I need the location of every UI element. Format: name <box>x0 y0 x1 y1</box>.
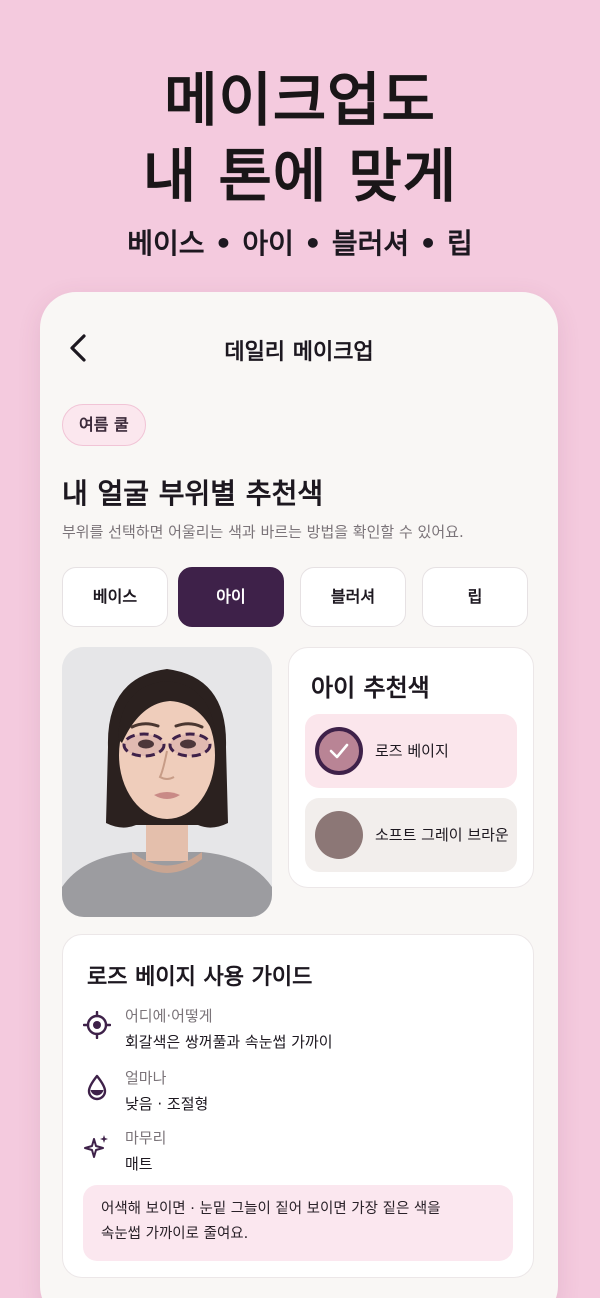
tab-blusher[interactable]: 블러셔 <box>300 567 406 627</box>
guide-row-amount: 얼마나 낮음 · 조절형 <box>83 1067 513 1117</box>
tab-lip[interactable]: 립 <box>422 567 528 627</box>
page-title: 데일리 메이크업 <box>224 340 374 365</box>
tip-line-2: 속눈썹 가까이로 줄여요. <box>101 1226 249 1242</box>
hero-title-line1: 메이크업도 <box>164 66 436 134</box>
separator-dot: • <box>303 227 322 260</box>
guide-value: 회갈색은 쌍꺼풀과 속눈썹 가까이 <box>125 1033 333 1051</box>
tip-line-1: 어색해 보이면 · 눈밑 그늘이 짙어 보이면 가장 짙은 색을 <box>101 1201 441 1217</box>
target-icon <box>83 1011 111 1039</box>
separator-dot: • <box>214 227 233 260</box>
separator-dot: • <box>419 227 438 260</box>
part-tabs: 베이스 아이 블러셔 립 <box>62 567 532 627</box>
color-option-label: 로즈 베이지 <box>375 742 449 760</box>
usage-guide-panel: 로즈 베이지 사용 가이드 어디에·어떻게 회갈색은 쌍꺼풀과 속눈썹 가까이 … <box>62 934 534 1278</box>
hero-title-line2: 내 톤에 맞게 <box>142 142 458 210</box>
section-title: 내 얼굴 부위별 추천색 <box>62 477 324 510</box>
guide-value: 매트 <box>125 1155 153 1173</box>
check-icon <box>329 743 349 759</box>
recommendation-panel: 아이 추천색 로즈 베이지 소프트 그레이 브라운 <box>288 647 534 888</box>
guide-row-where: 어디에·어떻게 회갈색은 쌍꺼풀과 속눈썹 가까이 <box>83 1005 513 1055</box>
drop-icon <box>87 1074 107 1101</box>
color-option-rose-beige[interactable]: 로즈 베이지 <box>305 714 517 788</box>
app-card: 데일리 메이크업 여름 쿨 내 얼굴 부위별 추천색 부위를 선택하면 어울리는… <box>40 292 558 1298</box>
face-photo <box>62 647 272 917</box>
guide-row-finish: 마무리 매트 <box>83 1127 513 1177</box>
color-swatch <box>315 727 363 775</box>
hero-category-blusher: 블러셔 <box>331 227 410 260</box>
hero-category-base: 베이스 <box>127 227 205 260</box>
guide-label: 마무리 <box>125 1129 167 1147</box>
face-illustration <box>62 647 272 917</box>
color-option-soft-gray-brown[interactable]: 소프트 그레이 브라운 <box>305 798 517 872</box>
guide-title: 로즈 베이지 사용 가이드 <box>87 965 313 990</box>
hero-title: 메이크업도 내 톤에 맞게 <box>0 62 600 214</box>
color-option-label: 소프트 그레이 브라운 <box>375 826 509 844</box>
season-badge: 여름 쿨 <box>62 404 146 446</box>
hero-categories: 베이스 • 아이 • 블러셔 • 립 <box>0 222 600 262</box>
tip-box: 어색해 보이면 · 눈밑 그늘이 짙어 보이면 가장 짙은 색을 속눈썹 가까이… <box>83 1185 513 1261</box>
tab-eye[interactable]: 아이 <box>178 567 284 627</box>
section-description: 부위를 선택하면 어울리는 색과 바르는 방법을 확인할 수 있어요. <box>62 523 464 541</box>
recommendation-title: 아이 추천색 <box>311 674 430 702</box>
guide-label: 얼마나 <box>125 1069 167 1087</box>
color-swatch <box>315 811 363 859</box>
sparkle-icon <box>84 1135 108 1158</box>
hero-category-eye: 아이 <box>242 227 294 260</box>
guide-value: 낮음 · 조절형 <box>125 1095 209 1113</box>
hero-category-lip: 립 <box>447 227 473 260</box>
tab-base[interactable]: 베이스 <box>62 567 168 627</box>
guide-label: 어디에·어떻게 <box>125 1007 213 1025</box>
